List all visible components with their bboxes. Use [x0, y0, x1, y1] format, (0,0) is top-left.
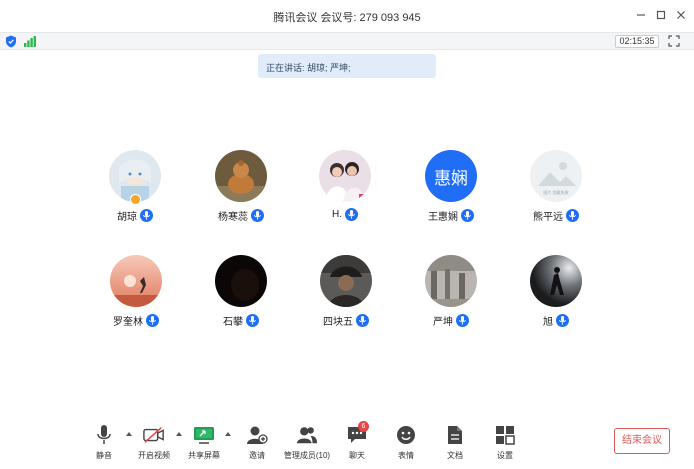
participant-name: 熊平远: [533, 212, 563, 223]
speaking-indicator: 正在讲话: 胡琼; 严坤;: [258, 54, 436, 78]
emoji-label: 表情: [398, 451, 414, 460]
settings-button[interactable]: 设置: [493, 424, 517, 464]
participant-tile[interactable]: 旭: [511, 255, 601, 335]
share-options-icon[interactable]: [225, 432, 231, 436]
participant-name: 胡琼: [117, 212, 137, 223]
participant-name: H.: [332, 209, 342, 220]
members-icon: [296, 424, 318, 446]
microphone-icon[interactable]: [356, 314, 369, 327]
share-screen-button[interactable]: 共享屏幕: [186, 424, 222, 464]
participant-name: 杨寒蕊: [218, 212, 248, 223]
avatar: [215, 150, 267, 202]
participant-tile[interactable]: 罗奎林: [91, 255, 181, 335]
participant-tile[interactable]: 胡琼: [90, 150, 180, 230]
emoji-button[interactable]: 表情: [394, 424, 418, 464]
maximize-icon[interactable]: [654, 8, 668, 22]
avatar: [215, 255, 267, 307]
share-screen-icon: [193, 424, 215, 446]
docs-label: 文档: [447, 451, 463, 460]
invite-button[interactable]: 邀请: [245, 424, 269, 464]
bottom-toolbar: 静音 开启视频 共享屏幕 邀请 管理成员(10) 6 聊天 表情 文档 设置 结…: [0, 420, 694, 469]
avatar: 惠娴: [425, 150, 477, 202]
close-icon[interactable]: [674, 8, 688, 22]
avatar-initials: 惠娴: [425, 150, 477, 202]
fullscreen-icon[interactable]: [668, 35, 680, 47]
microphone-icon[interactable]: [456, 314, 469, 327]
participant-tile[interactable]: 严坤: [406, 255, 496, 335]
avatar: [110, 255, 162, 307]
participant-tile[interactable]: 杨寒蕊: [196, 150, 286, 230]
participant-name: 罗奎林: [113, 317, 143, 328]
settings-label: 设置: [497, 451, 513, 460]
mute-button[interactable]: 静音: [92, 424, 116, 464]
settings-grid-icon: [494, 424, 516, 446]
document-icon: [444, 424, 466, 446]
avatar: [320, 255, 372, 307]
microphone-icon[interactable]: [345, 208, 358, 221]
mute-options-icon[interactable]: [126, 432, 132, 436]
microphone-icon[interactable]: [251, 209, 264, 222]
chat-unread-badge: 6: [358, 421, 369, 432]
invite-label: 邀请: [249, 451, 265, 460]
microphone-icon[interactable]: [146, 314, 159, 327]
minimize-icon[interactable]: [634, 8, 648, 22]
participant-tile[interactable]: H.: [300, 150, 390, 230]
chat-icon: 6: [346, 421, 369, 446]
mute-label: 静音: [96, 451, 112, 460]
microphone-icon: [93, 424, 115, 446]
avatar: 图片 加载失败: [530, 150, 582, 202]
participant-tile[interactable]: 石攀: [196, 255, 286, 335]
host-badge-icon: [130, 194, 141, 205]
start-video-button[interactable]: 开启视频: [136, 424, 172, 464]
video-options-icon[interactable]: [176, 432, 182, 436]
participant-tile[interactable]: 四块五: [301, 255, 391, 335]
chat-label: 聊天: [349, 451, 365, 460]
microphone-icon[interactable]: [246, 314, 259, 327]
microphone-icon[interactable]: [461, 209, 474, 222]
participant-name: 旭: [543, 317, 553, 328]
shield-icon[interactable]: [5, 35, 17, 48]
participant-tile[interactable]: 惠娴 王惠娴: [406, 150, 496, 230]
participant-name: 严坤: [433, 317, 453, 328]
microphone-icon[interactable]: [566, 209, 579, 222]
manage-members-button[interactable]: 管理成员(10): [283, 424, 331, 464]
share-screen-label: 共享屏幕: [188, 451, 220, 460]
meeting-timer: 02:15:35: [615, 35, 659, 48]
end-meeting-button[interactable]: 结束会议: [614, 428, 670, 454]
participant-name: 四块五: [323, 317, 353, 328]
title-bar: 腾讯会议 会议号: 279 093 945: [0, 0, 694, 32]
chat-button[interactable]: 6 聊天: [345, 421, 369, 464]
microphone-icon[interactable]: [556, 314, 569, 327]
microphone-icon[interactable]: [140, 209, 153, 222]
emoji-icon: [395, 424, 417, 446]
signal-strength-icon[interactable]: [24, 36, 36, 47]
participant-tile[interactable]: 图片 加载失败 熊平远: [511, 150, 601, 230]
add-user-icon: [246, 424, 268, 446]
manage-members-label: 管理成员(10): [283, 451, 331, 460]
avatar: [319, 150, 371, 202]
participant-name: 王惠娴: [428, 212, 458, 223]
avatar-caption: 图片 加载失败: [543, 189, 568, 195]
participant-name: 石攀: [223, 317, 243, 328]
video-off-icon: [143, 424, 165, 446]
start-video-label: 开启视频: [138, 451, 170, 460]
avatar: [425, 255, 477, 307]
docs-button[interactable]: 文档: [443, 424, 467, 464]
status-bar: 02:15:35: [0, 32, 694, 50]
window-title: 腾讯会议 会议号: 279 093 945: [273, 12, 421, 24]
avatar: [530, 255, 582, 307]
